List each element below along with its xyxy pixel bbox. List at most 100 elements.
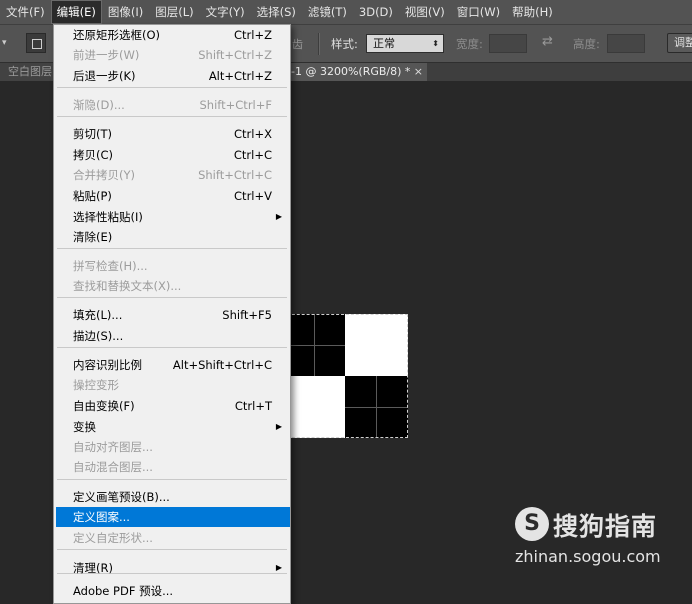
canvas-quadrant-white: [282, 376, 345, 438]
menu-item: 查找和替换文本(X)...: [54, 276, 290, 296]
menu-item-label: 定义自定形状...: [73, 531, 153, 545]
menu-separator: [57, 479, 287, 480]
menu-item[interactable]: 内容识别比例 Alt+Shift+Ctrl+C: [54, 355, 290, 375]
menu-edit[interactable]: 编辑(E): [50, 0, 102, 24]
menu-separator: [57, 347, 287, 348]
menu-item[interactable]: 清除(E): [54, 227, 290, 247]
style-select[interactable]: 正常 ⬍: [366, 34, 444, 53]
menu-item-label: 拷贝(C): [73, 148, 114, 162]
menu-help[interactable]: 帮助(H): [506, 0, 559, 24]
menu-item: 前进一步(W) Shift+Ctrl+Z: [54, 45, 290, 65]
menu-item-shortcut: Shift+Ctrl+C: [198, 168, 272, 182]
menu-item: 自动对齐图层...: [54, 437, 290, 457]
menu-layer[interactable]: 图层(L): [149, 0, 199, 24]
sogou-logo-icon: S: [515, 507, 549, 541]
anti-alias-label-partial: 齿: [292, 38, 303, 51]
width-label: 宽度:: [456, 37, 483, 51]
menu-item-label: 渐隐(D)...: [73, 98, 125, 112]
menu-item-label: 清理(R): [73, 561, 113, 575]
menu-item[interactable]: 定义画笔预设(B)...: [54, 487, 290, 507]
menu-item-label: 查找和替换文本(X)...: [73, 279, 182, 293]
menu-item[interactable]: 变换 ▶: [54, 417, 290, 437]
tool-preset-icon[interactable]: ▾: [2, 35, 12, 51]
menu-item: 合并拷贝(Y) Shift+Ctrl+C: [54, 165, 290, 185]
menu-item: 渐隐(D)... Shift+Ctrl+F: [54, 95, 290, 115]
menu-window[interactable]: 窗口(W): [451, 0, 506, 24]
menu-item[interactable]: 粘贴(P) Ctrl+V: [54, 186, 290, 206]
pixel-grid-line: [345, 407, 408, 408]
submenu-arrow-icon: ▶: [275, 563, 282, 572]
menu-item-label: 自由变换(F): [73, 399, 135, 413]
menu-item[interactable]: 自由变换(F) Ctrl+T: [54, 396, 290, 416]
swap-dimensions-icon[interactable]: ⇄: [542, 34, 553, 49]
menu-item-shortcut: Ctrl+X: [234, 127, 272, 141]
menu-item-shortcut: Alt+Ctrl+Z: [208, 69, 272, 83]
menu-bar: 文件(F) 编辑(E) 图像(I) 图层(L) 文字(Y) 选择(S) 滤镜(T) 3D(D)…: [0, 0, 692, 25]
menu-item-shortcut: Shift+Ctrl+Z: [198, 48, 272, 62]
menu-item-label: 描边(S)...: [73, 329, 124, 343]
menu-item[interactable]: Adobe PDF 预设...: [54, 581, 290, 601]
menu-item-label: 合并拷贝(Y): [73, 168, 135, 182]
menu-item[interactable]: 剪切(T) Ctrl+X: [54, 124, 290, 144]
submenu-arrow-icon: ▶: [275, 422, 282, 431]
menu-item[interactable]: 选择性粘贴(I) ▶: [54, 207, 290, 227]
menu-select[interactable]: 选择(S): [251, 0, 302, 24]
new-selection-icon[interactable]: [26, 33, 46, 53]
tab-blank-layer[interactable]: 空白图层: [0, 63, 56, 81]
document-canvas[interactable]: [282, 314, 408, 438]
menu-item[interactable]: 后退一步(K) Alt+Ctrl+Z: [54, 66, 290, 86]
refine-edge-button[interactable]: 调整: [667, 33, 692, 53]
menu-item[interactable]: 还原矩形选框(O) Ctrl+Z: [54, 25, 290, 45]
style-select-value: 正常: [373, 37, 395, 50]
tab-active-document[interactable]: -1 @ 3200%(RGB/8) * ×: [287, 63, 427, 81]
menu-filter[interactable]: 滤镜(T): [302, 0, 353, 24]
menu-3d[interactable]: 3D(D): [353, 0, 399, 24]
menu-separator: [57, 116, 287, 117]
menu-item-label: 剪切(T): [73, 127, 112, 141]
menu-item[interactable]: 填充(L)... Shift+F5: [54, 305, 290, 325]
menu-item: 操控变形: [54, 375, 290, 395]
menu-item-shortcut: Ctrl+C: [233, 148, 272, 162]
menu-item-label: 粘贴(P): [73, 189, 112, 203]
menu-item-label: 前进一步(W): [73, 48, 140, 62]
menu-item-label: 还原矩形选框(O): [73, 28, 161, 42]
menu-item-shortcut: Shift+F5: [222, 308, 272, 322]
menu-file[interactable]: 文件(F): [0, 0, 51, 24]
menu-item-label: 后退一步(K): [73, 69, 136, 83]
menu-item-label: 选择性粘贴(I): [73, 210, 143, 224]
menu-item-shortcut: Alt+Shift+Ctrl+C: [172, 358, 272, 372]
menu-item-label: 定义画笔预设(B)...: [73, 490, 170, 504]
menu-type[interactable]: 文字(Y): [200, 0, 251, 24]
edit-menu-dropdown: 还原矩形选框(O) Ctrl+Z 前进一步(W) Shift+Ctrl+Z 后退一步(K…: [53, 24, 291, 604]
options-divider: [318, 33, 320, 55]
menu-item-label: 定义图案...: [73, 510, 130, 524]
menu-item-label: 填充(L)...: [73, 308, 123, 322]
sogou-watermark: S 搜狗指南 zhinan.sogou.com: [515, 505, 685, 575]
close-icon[interactable]: ×: [414, 63, 423, 81]
width-input[interactable]: [489, 34, 527, 53]
style-label: 样式:: [331, 37, 358, 51]
menu-item-label: 拼写检查(H)...: [73, 259, 148, 273]
menu-item-label: 自动对齐图层...: [73, 440, 153, 454]
canvas-quadrant-white: [345, 314, 408, 376]
height-label: 高度:: [573, 37, 600, 51]
menu-item[interactable]: 拷贝(C) Ctrl+C: [54, 145, 290, 165]
menu-image[interactable]: 图像(I): [102, 0, 149, 24]
height-input[interactable]: [607, 34, 645, 53]
menu-item: 定义自定形状...: [54, 528, 290, 548]
menu-item-shortcut: Shift+Ctrl+F: [199, 98, 273, 112]
menu-view[interactable]: 视图(V): [399, 0, 451, 24]
tab-title: -1 @ 3200%(RGB/8) *: [291, 65, 411, 78]
menu-item[interactable]: 描边(S)...: [54, 326, 290, 346]
menu-item[interactable]: 清理(R) ▶: [54, 558, 290, 578]
menu-item: 拼写检查(H)...: [54, 256, 290, 276]
menu-separator: [57, 297, 287, 298]
menu-item-label: 操控变形: [73, 378, 119, 392]
menu-separator: [57, 87, 287, 88]
watermark-brand: 搜狗指南: [553, 512, 658, 541]
menu-item-define-pattern[interactable]: 定义图案...: [56, 507, 290, 527]
menu-item-shortcut: Ctrl+Z: [234, 28, 272, 42]
menu-item-label: 清除(E): [73, 230, 113, 244]
watermark-url: zhinan.sogou.com: [515, 547, 661, 566]
menu-separator: [57, 248, 287, 249]
